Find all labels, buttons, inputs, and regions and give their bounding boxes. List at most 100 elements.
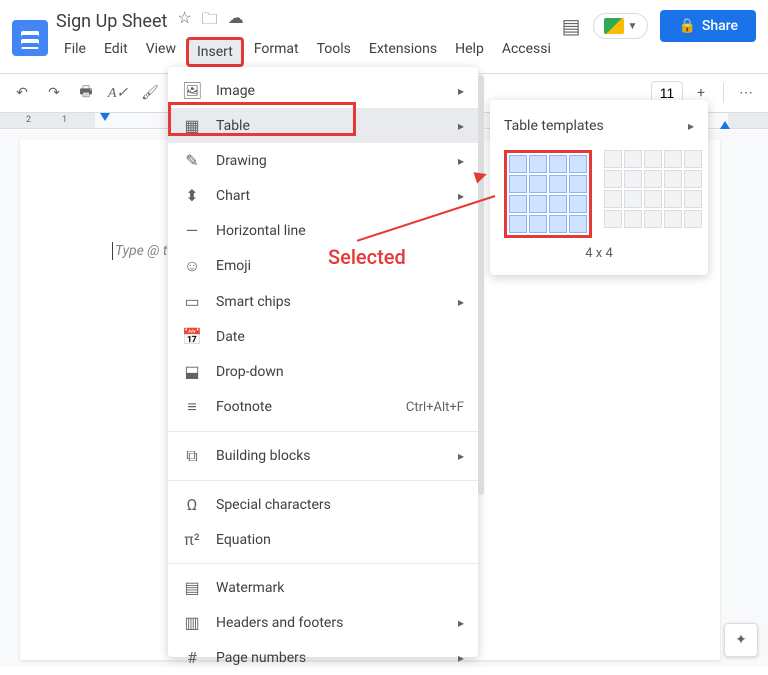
cloud-status-icon[interactable]: ☁: [228, 8, 244, 35]
grid-cell[interactable]: [644, 150, 662, 168]
hf-icon: ▥: [182, 613, 202, 632]
grid-cell[interactable]: [624, 210, 642, 228]
grid-cell[interactable]: [644, 190, 662, 208]
spellcheck-button[interactable]: A✓: [104, 79, 132, 107]
grid-cell[interactable]: [509, 215, 527, 233]
insert-special-characters[interactable]: ΩSpecial characters: [168, 487, 478, 522]
grid-cell[interactable]: [684, 210, 702, 228]
menu-view[interactable]: View: [138, 37, 184, 67]
grid-cell[interactable]: [604, 170, 622, 188]
grid-cell[interactable]: [509, 155, 527, 173]
chart-icon: ⬍: [182, 186, 202, 205]
menu-accessi[interactable]: Accessi: [494, 37, 559, 67]
submenu-arrow-icon: ▸: [458, 189, 464, 203]
pi-icon: π²: [182, 530, 202, 549]
meet-button[interactable]: ▼: [593, 13, 649, 39]
redo-button[interactable]: ↷: [40, 79, 68, 107]
table-size-picker[interactable]: [509, 155, 587, 233]
insert-equation[interactable]: π²Equation: [168, 522, 478, 557]
grid-cell[interactable]: [604, 150, 622, 168]
watermark-icon: ▤: [182, 578, 202, 597]
grid-cell[interactable]: [549, 175, 567, 193]
footnote-icon: ≡: [182, 397, 202, 417]
doc-title[interactable]: Sign Up Sheet: [56, 11, 167, 32]
docs-app-icon[interactable]: [12, 20, 48, 56]
menu-separator: [168, 431, 478, 432]
grid-cell[interactable]: [549, 215, 567, 233]
right-indent-marker-icon[interactable]: [720, 121, 730, 129]
undo-button[interactable]: ↶: [8, 79, 36, 107]
menu-extensions[interactable]: Extensions: [361, 37, 445, 67]
insert-smart-chips[interactable]: ▭Smart chips▸: [168, 284, 478, 319]
grid-cell[interactable]: [664, 170, 682, 188]
insert-table[interactable]: ▦Table▸: [168, 108, 478, 143]
grid-cell[interactable]: [644, 170, 662, 188]
chevron-down-icon: ▼: [628, 21, 638, 32]
date-icon: 📅: [182, 327, 202, 346]
menu-format[interactable]: Format: [246, 37, 307, 67]
comment-history-icon[interactable]: ▤: [562, 14, 581, 38]
dropdown-scrollbar[interactable]: [478, 75, 484, 495]
insert-horizontal-line[interactable]: —Horizontal line: [168, 213, 478, 248]
grid-cell[interactable]: [684, 150, 702, 168]
insert-drop-down[interactable]: ⬓Drop-down: [168, 354, 478, 389]
grid-cell[interactable]: [604, 210, 622, 228]
grid-cell[interactable]: [664, 210, 682, 228]
insert-footnote[interactable]: ≡FootnoteCtrl+Alt+F: [168, 389, 478, 425]
more-toolbar-button[interactable]: ⋯: [732, 79, 760, 107]
menu-help[interactable]: Help: [447, 37, 492, 67]
indent-marker-icon[interactable]: [100, 113, 110, 121]
grid-cell[interactable]: [509, 175, 527, 193]
table-templates-item[interactable]: Table templates ▸: [490, 110, 708, 142]
grid-cell[interactable]: [664, 150, 682, 168]
share-button[interactable]: 🔒 Share: [660, 10, 756, 42]
grid-cell[interactable]: [624, 150, 642, 168]
grid-cell[interactable]: [624, 170, 642, 188]
grid-cell[interactable]: [529, 215, 547, 233]
star-icon[interactable]: ☆: [177, 8, 191, 35]
menu-file[interactable]: File: [56, 37, 94, 67]
insert-date[interactable]: 📅Date: [168, 319, 478, 354]
grid-cell[interactable]: [509, 195, 527, 213]
submenu-arrow-icon: ▸: [458, 616, 464, 630]
insert-placeholder[interactable]: Type @ t: [112, 242, 167, 260]
insert-drawing[interactable]: ✎Drawing▸: [168, 143, 478, 178]
insert-chart[interactable]: ⬍Chart▸: [168, 178, 478, 213]
submenu-arrow-icon: ▸: [688, 119, 694, 133]
grid-cell[interactable]: [549, 195, 567, 213]
grid-cell[interactable]: [529, 195, 547, 213]
menu-separator: [168, 480, 478, 481]
move-icon[interactable]: 🗀: [202, 8, 218, 35]
menu-insert[interactable]: Insert: [186, 37, 244, 67]
grid-cell[interactable]: [569, 215, 587, 233]
share-label: Share: [702, 18, 738, 34]
insert-headers-and-footers[interactable]: ▥Headers and footers▸: [168, 605, 478, 640]
menu-tools[interactable]: Tools: [309, 37, 359, 67]
grid-cell[interactable]: [604, 190, 622, 208]
print-button[interactable]: 🖶: [72, 79, 100, 107]
grid-cell[interactable]: [549, 155, 567, 173]
table-size-picker-extended[interactable]: [604, 150, 702, 238]
paint-format-button[interactable]: 🖌: [136, 79, 164, 107]
grid-cell[interactable]: [644, 210, 662, 228]
table-icon: ▦: [182, 116, 202, 135]
insert-building-blocks[interactable]: ⧉Building blocks▸: [168, 438, 478, 474]
insert-emoji[interactable]: ☺Emoji: [168, 248, 478, 284]
insert-image[interactable]: 🖼Image▸: [168, 73, 478, 108]
annotation-highlight-grid: [504, 150, 592, 238]
shortcut-label: Ctrl+Alt+F: [406, 400, 464, 415]
grid-cell[interactable]: [664, 190, 682, 208]
grid-cell[interactable]: [624, 190, 642, 208]
grid-cell[interactable]: [684, 190, 702, 208]
grid-cell[interactable]: [529, 175, 547, 193]
grid-cell[interactable]: [569, 195, 587, 213]
explore-button[interactable]: ✦: [724, 623, 758, 657]
insert-page-numbers[interactable]: #Page numbers▸: [168, 640, 478, 675]
grid-cell[interactable]: [529, 155, 547, 173]
grid-cell[interactable]: [684, 170, 702, 188]
insert-watermark[interactable]: ▤Watermark: [168, 570, 478, 605]
omega-icon: Ω: [182, 495, 202, 514]
menu-edit[interactable]: Edit: [96, 37, 136, 67]
grid-cell[interactable]: [569, 155, 587, 173]
grid-cell[interactable]: [569, 175, 587, 193]
